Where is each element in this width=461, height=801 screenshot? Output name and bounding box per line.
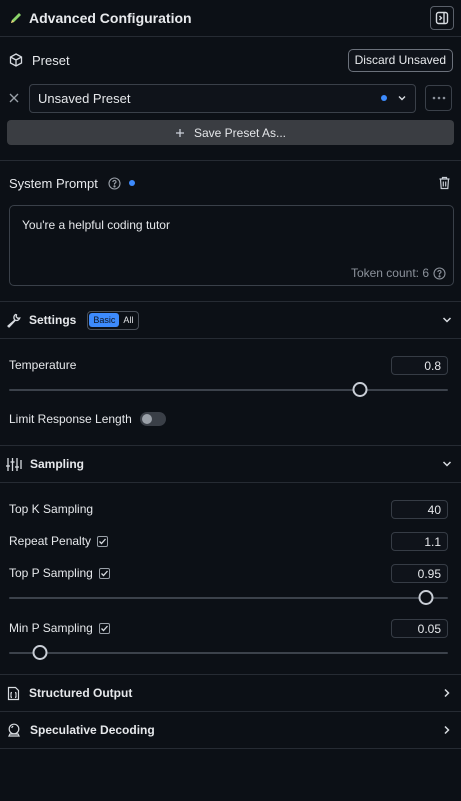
- unsaved-indicator-dot: [381, 95, 387, 101]
- repeat-penalty-input[interactable]: 1.1: [391, 531, 448, 551]
- divider: [0, 748, 461, 749]
- top-p-slider[interactable]: [9, 589, 448, 607]
- slider-track: [9, 652, 448, 654]
- top-k-row: Top K Sampling 40: [0, 493, 461, 525]
- help-icon[interactable]: [433, 266, 446, 280]
- preset-select-row: Unsaved Preset: [0, 83, 461, 113]
- token-count-label: Token count: 6: [350, 266, 429, 280]
- chevron-down-icon: [441, 314, 453, 326]
- panel-header: Advanced Configuration: [0, 0, 461, 36]
- slider-thumb[interactable]: [418, 590, 434, 605]
- top-p-row: Top P Sampling 0.95: [0, 557, 461, 589]
- sliders-icon: [6, 457, 22, 472]
- chevron-down-icon: [441, 458, 453, 470]
- save-preset-as-button[interactable]: Save Preset As...: [7, 120, 454, 145]
- chevron-down-icon: [397, 93, 407, 103]
- system-prompt-header: System Prompt: [0, 161, 461, 205]
- system-prompt-text: You're a helpful coding tutor: [22, 218, 170, 232]
- system-prompt-label: System Prompt: [9, 175, 98, 191]
- preset-selected-value: Unsaved Preset: [38, 90, 131, 106]
- top-p-checkbox[interactable]: [98, 567, 110, 579]
- unsaved-indicator-dot: [128, 180, 135, 186]
- settings-title: Settings: [29, 313, 77, 327]
- crystal-ball-icon: [7, 723, 21, 737]
- min-p-label: Min P Sampling: [9, 621, 93, 635]
- mode-all-button[interactable]: All: [119, 313, 137, 327]
- limit-response-row: Limit Response Length: [0, 403, 461, 435]
- system-prompt-input[interactable]: You're a helpful coding tutor Token coun…: [9, 205, 454, 286]
- preset-select[interactable]: Unsaved Preset: [29, 83, 416, 113]
- save-preset-as-label: Save Preset As...: [193, 125, 287, 140]
- temperature-input[interactable]: 0.8: [391, 355, 448, 375]
- repeat-penalty-row: Repeat Penalty 1.1: [0, 525, 461, 557]
- settings-mode-toggle: Basic All: [87, 310, 140, 330]
- top-k-input[interactable]: 40: [391, 499, 448, 519]
- chevron-right-icon: [441, 724, 453, 736]
- settings-section-header[interactable]: Settings Basic All: [0, 302, 461, 338]
- help-icon[interactable]: [108, 176, 121, 190]
- min-p-row: Min P Sampling 0.05: [0, 612, 461, 644]
- json-file-icon: [7, 686, 20, 701]
- repeat-penalty-checkbox[interactable]: [97, 535, 109, 547]
- sidebar-toggle-icon: [435, 11, 449, 25]
- toggle-knob: [141, 414, 152, 424]
- top-p-label-group: Top P Sampling: [9, 566, 110, 580]
- speculative-decoding-section-header[interactable]: Speculative Decoding: [0, 712, 461, 748]
- mode-basic-button[interactable]: Basic: [89, 313, 120, 327]
- repeat-penalty-label: Repeat Penalty: [9, 534, 92, 548]
- trash-icon[interactable]: [438, 176, 451, 190]
- slider-track: [9, 389, 448, 391]
- more-horizontal-icon: [432, 96, 446, 100]
- limit-response-toggle[interactable]: [139, 412, 166, 426]
- slider-track: [9, 597, 448, 599]
- repeat-penalty-label-group: Repeat Penalty: [9, 534, 109, 548]
- sampling-title: Sampling: [30, 457, 85, 471]
- wrench-icon: [6, 313, 21, 328]
- pencil-icon: [9, 11, 23, 25]
- structured-output-section-header[interactable]: Structured Output: [0, 675, 461, 711]
- cube-icon: [9, 53, 23, 67]
- temperature-label: Temperature: [9, 358, 77, 372]
- plus-icon: [175, 128, 185, 138]
- close-icon[interactable]: [9, 93, 19, 103]
- min-p-label-group: Min P Sampling: [9, 621, 110, 635]
- panel-title: Advanced Configuration: [29, 10, 192, 26]
- chevron-right-icon: [441, 687, 453, 699]
- top-p-input[interactable]: 0.95: [391, 563, 448, 583]
- top-p-label: Top P Sampling: [9, 566, 93, 580]
- limit-response-label: Limit Response Length: [9, 412, 132, 426]
- speculative-decoding-title: Speculative Decoding: [30, 723, 155, 737]
- min-p-slider[interactable]: [9, 644, 448, 662]
- token-count: Token count: 6: [351, 266, 446, 280]
- top-k-label: Top K Sampling: [9, 502, 94, 516]
- slider-thumb[interactable]: [32, 645, 48, 660]
- min-p-input[interactable]: 0.05: [391, 618, 448, 638]
- discard-unsaved-button[interactable]: Discard Unsaved: [347, 48, 453, 72]
- preset-label: Preset: [32, 52, 70, 68]
- temperature-slider[interactable]: [9, 381, 448, 399]
- structured-output-title: Structured Output: [29, 686, 133, 700]
- preset-header: Preset Discard Unsaved: [0, 37, 461, 83]
- min-p-checkbox[interactable]: [98, 622, 110, 634]
- collapse-panel-button[interactable]: [430, 6, 454, 30]
- temperature-row: Temperature 0.8: [0, 349, 461, 381]
- slider-thumb[interactable]: [352, 382, 368, 397]
- sampling-section-header[interactable]: Sampling: [0, 446, 461, 482]
- preset-more-button[interactable]: [425, 85, 452, 111]
